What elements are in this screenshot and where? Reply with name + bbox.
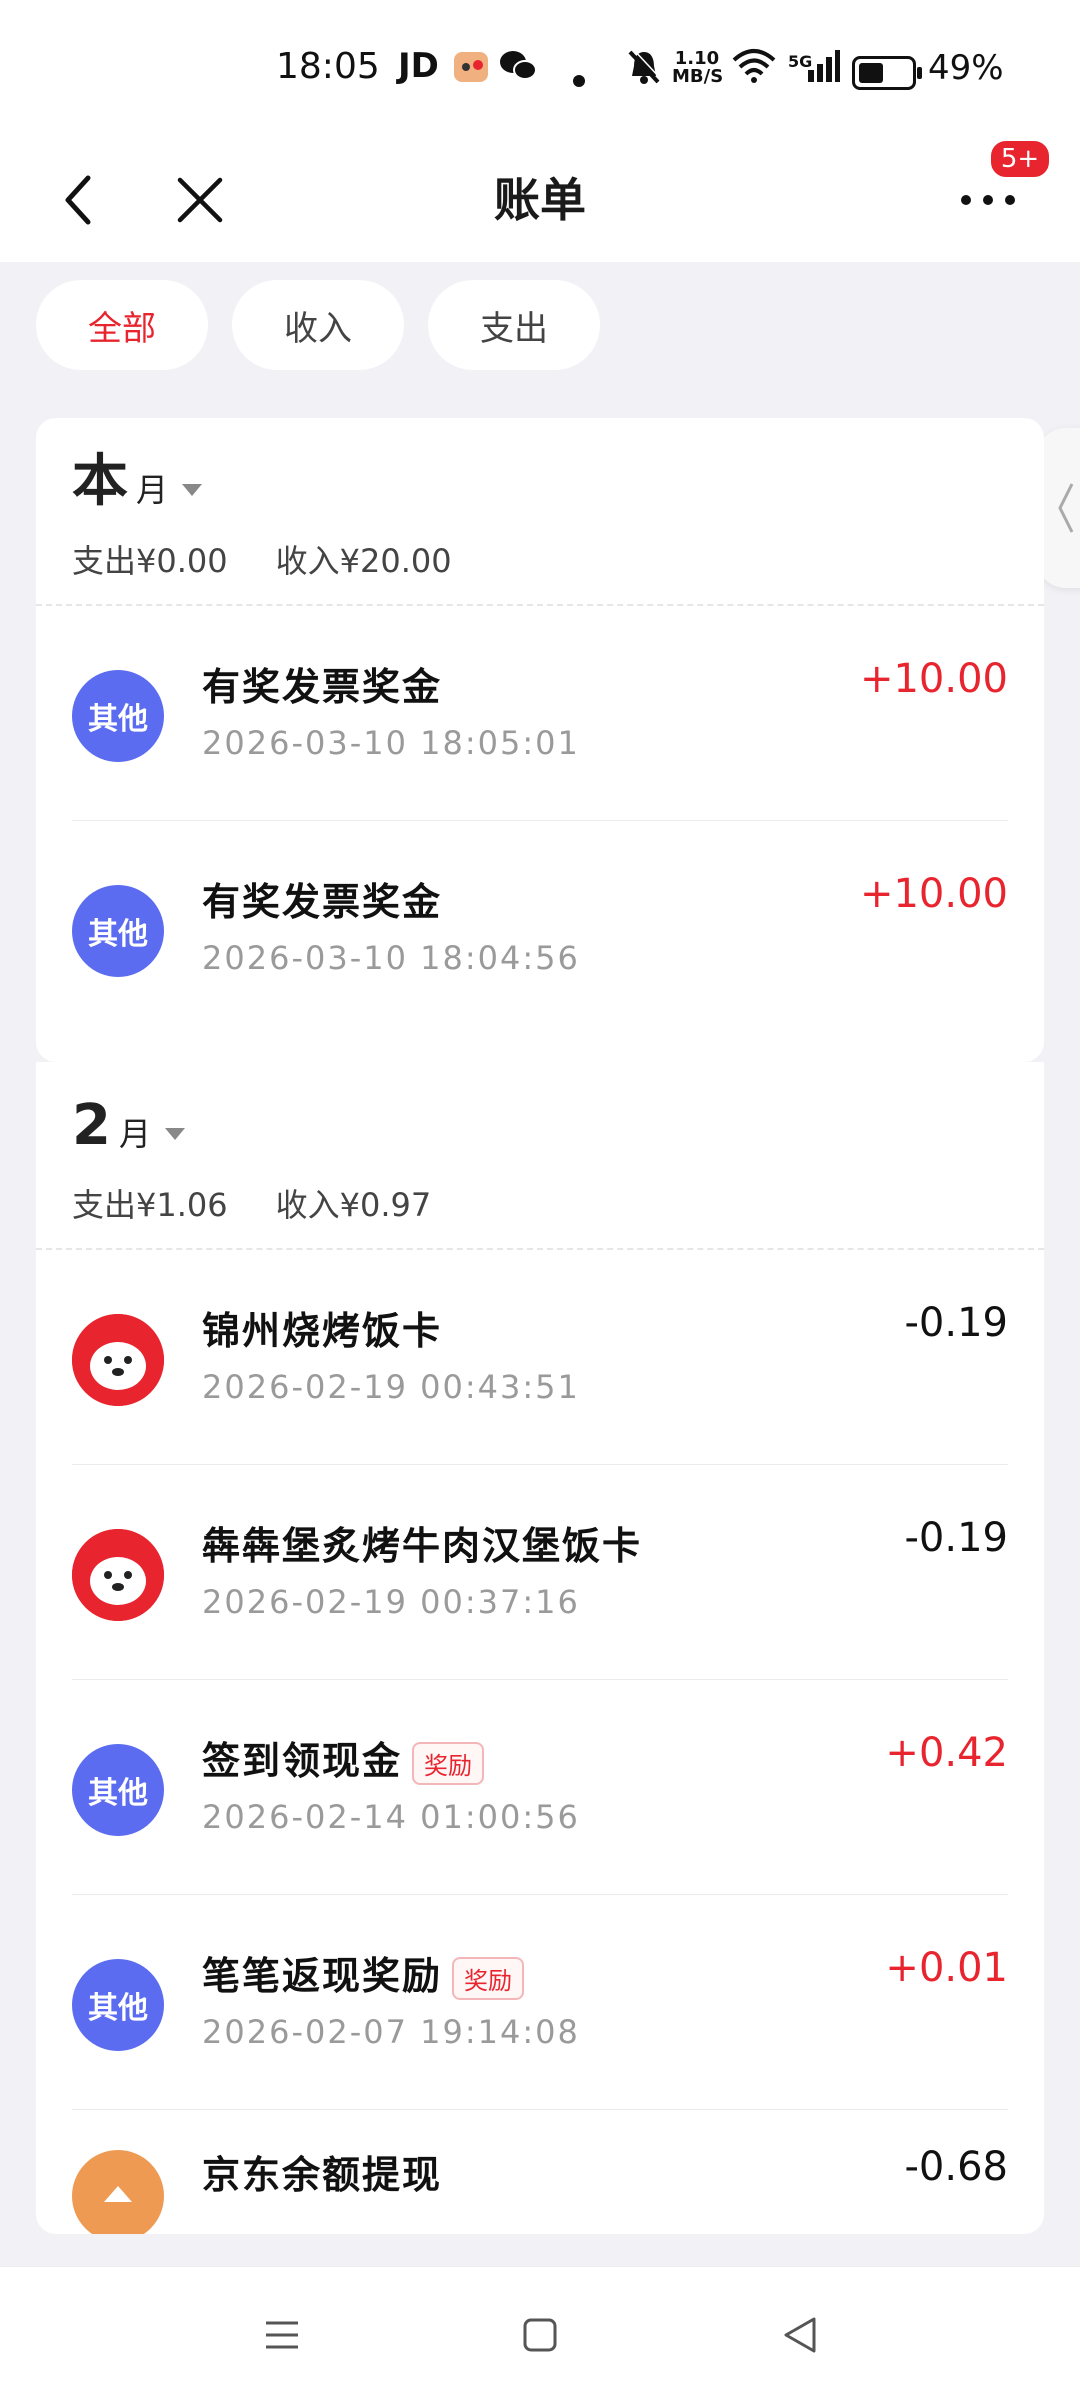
transaction-time: 2026-03-10 18:05:01 <box>202 724 580 762</box>
status-time: 18:05 <box>276 46 380 87</box>
wechat-icon <box>498 48 538 92</box>
app-notification-icon <box>452 48 490 94</box>
status-app-label: JD <box>398 46 439 86</box>
transaction-row[interactable]: 锦州烧烤饭卡 2026-02-19 00:43:51 -0.19 <box>72 1250 1008 1465</box>
status-bar: 18:05 JD 1.10 MB/S 5G 49% <box>0 0 1080 140</box>
transaction-row[interactable]: 其他 签到领现金 奖励 2026-02-14 01:00:56 +0.42 <box>72 1680 1008 1895</box>
month-label: 本 <box>72 449 128 514</box>
transaction-amount: -0.19 <box>904 1300 1009 1346</box>
system-nav-bar <box>0 2266 1080 2401</box>
income-total: 收入¥20.00 <box>275 542 452 580</box>
transaction-name: 犇犇堡炙烤牛肉汉堡饭卡 <box>202 1524 643 1568</box>
home-square-icon <box>523 2318 557 2352</box>
transaction-time: 2026-03-10 18:04:56 <box>202 939 580 977</box>
month-section-february: 2 月 支出¥1.06 收入¥0.97 锦州烧烤饭卡 2026-02-19 00… <box>36 1062 1044 2234</box>
income-total: 收入¥0.97 <box>275 1186 432 1224</box>
month-header: 本 月 支出¥0.00 收入¥20.00 <box>36 418 1044 606</box>
transaction-amount: +0.01 <box>885 1945 1008 1991</box>
transaction-row[interactable]: 犇犇堡炙烤牛肉汉堡饭卡 2026-02-19 00:37:16 -0.19 <box>72 1465 1008 1680</box>
battery-nub <box>917 67 922 79</box>
month-header: 2 月 支出¥1.06 收入¥0.97 <box>36 1062 1044 1250</box>
transaction-name: 有奖发票奖金 <box>202 665 443 709</box>
network-speed-label: 1.10 MB/S <box>672 48 724 87</box>
month-unit: 月 <box>118 1115 151 1153</box>
tab-income[interactable]: 收入 <box>232 280 404 370</box>
transaction-time: 2026-02-14 01:00:56 <box>202 1798 580 1836</box>
transaction-name: 京东余额提现 <box>202 2153 443 2197</box>
transaction-row[interactable]: 其他 笔笔返现奖励 奖励 2026-02-07 19:14:08 +0.01 <box>72 1895 1008 2110</box>
transaction-name: 有奖发票奖金 <box>202 880 443 924</box>
month-summary: 支出¥0.00 收入¥20.00 <box>72 536 1008 582</box>
page-title: 账单 <box>494 173 586 227</box>
month-section-current: 本 月 支出¥0.00 收入¥20.00 其他 有奖发票奖金 2026-03-1… <box>36 418 1044 1062</box>
expense-total: 支出¥0.00 <box>72 542 228 580</box>
transaction-time: 2026-02-07 19:14:08 <box>202 2013 580 2051</box>
transaction-name-wrap: 签到领现金 奖励 <box>202 1730 485 1785</box>
reward-tag: 奖励 <box>452 1957 525 2000</box>
wallet-icon <box>72 2150 164 2234</box>
back-triangle-icon <box>784 2317 816 2353</box>
month-label: 2 <box>72 1093 111 1158</box>
menu-nav-button[interactable] <box>252 2305 312 2365</box>
transaction-amount: +0.42 <box>885 1730 1008 1776</box>
category-other-icon: 其他 <box>72 1959 164 2051</box>
transaction-name: 笔笔返现奖励 <box>202 1954 443 1998</box>
category-other-icon: 其他 <box>72 885 164 977</box>
expense-total: 支出¥1.06 <box>72 1186 228 1224</box>
transaction-amount: +10.00 <box>859 656 1008 702</box>
month-selector[interactable]: 本 月 <box>72 442 1008 512</box>
battery-percent: 49% <box>928 48 1004 88</box>
transaction-name: 锦州烧烤饭卡 <box>202 1309 443 1353</box>
tab-all[interactable]: 全部 <box>36 280 208 370</box>
month-selector[interactable]: 2 月 <box>72 1086 1008 1156</box>
filter-tabs: 全部 收入 支出 <box>36 280 600 370</box>
jd-mascot-icon <box>72 1314 164 1406</box>
more-dots-icon <box>961 195 1015 205</box>
transaction-name: 签到领现金 <box>202 1739 403 1783</box>
transaction-name-wrap: 笔笔返现奖励 奖励 <box>202 1945 525 2000</box>
back-nav-button[interactable] <box>770 2305 830 2365</box>
mute-bell-icon <box>626 48 662 94</box>
network-speed: 1.10 MB/S <box>672 48 724 87</box>
transaction-amount: -0.19 <box>904 1515 1009 1561</box>
signal-icon <box>800 48 840 92</box>
notification-badge: 5+ <box>988 138 1052 180</box>
angle-left-icon <box>1058 483 1074 533</box>
category-other-icon: 其他 <box>72 1744 164 1836</box>
transaction-amount: +10.00 <box>859 871 1008 917</box>
transaction-row[interactable]: 其他 有奖发票奖金 2026-03-10 18:04:56 +10.00 <box>72 821 1008 1035</box>
transaction-amount: -0.68 <box>904 2144 1009 2190</box>
battery-icon <box>852 56 922 90</box>
transaction-time: 2026-02-19 00:37:16 <box>202 1583 580 1621</box>
month-unit: 月 <box>136 471 169 509</box>
category-other-icon: 其他 <box>72 670 164 762</box>
transaction-time: 2026-02-19 00:43:51 <box>202 1368 580 1406</box>
reward-tag: 奖励 <box>412 1742 485 1785</box>
month-summary: 支出¥1.06 收入¥0.97 <box>72 1180 1008 1226</box>
caret-down-icon <box>182 484 203 496</box>
caret-down-icon <box>164 1128 185 1140</box>
home-nav-button[interactable] <box>510 2305 570 2365</box>
transaction-row[interactable]: 京东余额提现 -0.68 <box>72 2110 1009 2234</box>
tab-expense[interactable]: 支出 <box>428 280 600 370</box>
jd-mascot-icon <box>72 1529 164 1621</box>
battery-fill <box>859 63 883 83</box>
dot-icon <box>572 58 586 96</box>
app-header: 账单 <box>0 140 1080 262</box>
wifi-icon <box>732 48 776 92</box>
transaction-row[interactable]: 其他 有奖发票奖金 2026-03-10 18:05:01 +10.00 <box>72 606 1008 821</box>
menu-icon <box>266 2321 298 2349</box>
